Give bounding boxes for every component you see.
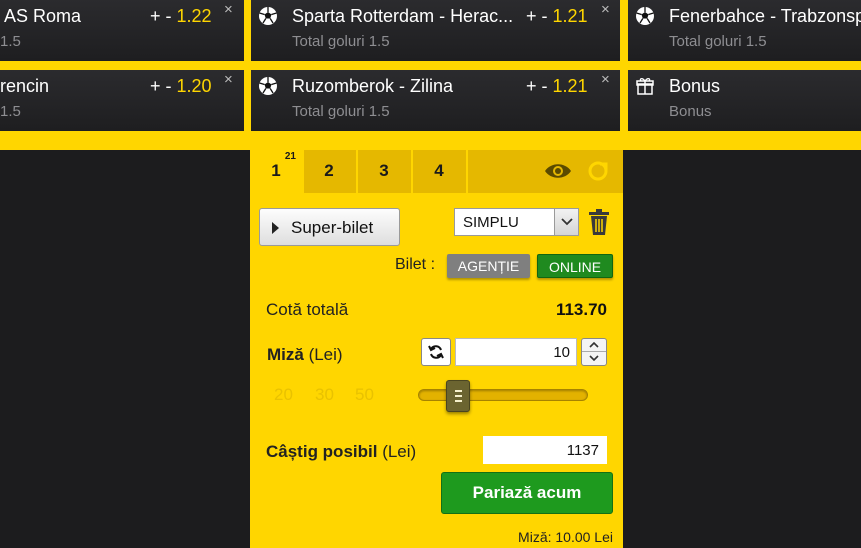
tab-label: 4 (434, 161, 444, 180)
share-icon[interactable] (587, 160, 609, 182)
stake-stepper (581, 338, 607, 366)
soccer-ball-icon (259, 77, 277, 95)
chevron-down-icon (554, 209, 578, 235)
possible-win-label-text: Câștig posibil (266, 442, 378, 461)
possible-win-label: Câștig posibil (Lei) (266, 442, 416, 462)
odds-adjust[interactable]: + - (526, 76, 548, 96)
bet-card-subtitle: Total goluri 1.5 (292, 33, 390, 50)
bet-card[interactable]: Ruzomberok - Zilina Total goluri 1.5 + -… (251, 70, 620, 131)
place-bet-button[interactable]: Pariază acum (441, 472, 613, 514)
trash-icon[interactable] (588, 208, 610, 236)
chevron-down-icon (589, 355, 599, 361)
bet-card[interactable]: Sparta Rotterdam - Herac... Total goluri… (251, 0, 620, 61)
bet-card-subtitle: 1.5 (0, 33, 21, 50)
tab-slip-3[interactable]: 3 (357, 150, 413, 193)
close-icon[interactable]: × (601, 71, 610, 88)
agentie-toggle[interactable]: AGENȚIE (447, 254, 530, 278)
bet-card-title: Sparta Rotterdam - Herac... (292, 6, 514, 26)
stake-summary: Miză: 10.00 Lei (518, 529, 613, 545)
tab-badge: 21 (284, 151, 296, 162)
bet-card-title: Bonus (669, 76, 721, 96)
soccer-ball-icon (259, 7, 277, 25)
bet-card[interactable]: AS Roma 1.5 + - 1.22 × (0, 0, 244, 61)
tab-slip-1[interactable]: 1 21 (250, 150, 304, 193)
bet-card-title: rencin (0, 76, 50, 96)
bet-card-title: Fenerbahce - Trabzonsp (669, 6, 861, 26)
gift-icon (636, 78, 654, 95)
stake-input[interactable] (455, 338, 577, 366)
bet-card-subtitle: 1.5 (0, 103, 21, 120)
bet-type-value: SIMPLU (463, 214, 519, 231)
bet-card-subtitle: Total goluri 1.5 (669, 33, 767, 50)
bet-cards-strip: AS Roma 1.5 + - 1.22 × Sparta Rotterdam … (0, 0, 861, 150)
possible-win-label-unit: (Lei) (377, 442, 417, 461)
stake-slider-handle[interactable] (446, 380, 470, 412)
bet-card-title: Ruzomberok - Zilina (292, 76, 454, 96)
refresh-icon (428, 345, 444, 359)
online-toggle[interactable]: ONLINE (537, 254, 613, 278)
odds-value: 1.21 (552, 6, 588, 26)
bet-card-subtitle: Total goluri 1.5 (292, 103, 390, 120)
total-odds-label: Cotă totală (266, 300, 349, 319)
odds-adjust[interactable]: + - (150, 76, 172, 96)
odds-adjust[interactable]: + - (150, 6, 172, 26)
bet-card-odds: + - 1.21 (526, 76, 588, 97)
odds-value: 1.21 (552, 76, 588, 96)
odds-value: 1.22 (176, 6, 212, 26)
bet-type-select[interactable]: SIMPLU (454, 208, 579, 236)
soccer-ball-icon (636, 7, 654, 25)
quick-stake-50[interactable]: 50 (355, 385, 374, 405)
super-bilet-label: Super-bilet (291, 218, 374, 237)
bet-card[interactable]: Fenerbahce - Trabzonsp Total goluri 1.5 (628, 0, 861, 61)
bet-card-odds: + - 1.22 (150, 6, 212, 27)
bilet-label: Bilet : (395, 256, 436, 273)
chevron-up-icon (589, 342, 599, 348)
tab-slip-4[interactable]: 4 (412, 150, 468, 193)
possible-win-value: 1137 (483, 436, 607, 464)
super-bilet-button[interactable]: Super-bilet (259, 208, 400, 246)
bet-card-title: AS Roma (4, 6, 82, 26)
eye-icon[interactable] (543, 160, 573, 182)
stake-slider-track[interactable] (418, 389, 588, 401)
bet-card[interactable]: rencin 1.5 + - 1.20 × (0, 70, 244, 131)
tab-label: 3 (379, 161, 389, 180)
play-triangle-icon (272, 222, 279, 234)
close-icon[interactable]: × (224, 1, 233, 18)
stake-decrement-button[interactable] (582, 352, 606, 365)
tab-slip-2[interactable]: 2 (302, 150, 358, 193)
tab-label: 1 (271, 161, 281, 180)
close-icon[interactable]: × (224, 71, 233, 88)
stake-label-unit: (Lei) (303, 345, 343, 364)
tab-label: 2 (324, 161, 334, 180)
bet-slip-panel: 1 21 2 3 4 Super-bilet SIMPLU Bilet: AG… (250, 150, 623, 548)
total-odds-value: 113.70 (555, 300, 607, 319)
quick-stake-20[interactable]: 20 (274, 385, 293, 405)
odds-value: 1.20 (176, 76, 212, 96)
bet-card-odds: + - 1.20 (150, 76, 212, 97)
odds-adjust[interactable]: + - (526, 6, 548, 26)
bet-card-subtitle: Bonus (669, 103, 712, 120)
bet-card-bonus[interactable]: Bonus Bonus (628, 70, 861, 131)
slip-tabs: 1 21 2 3 4 (250, 150, 623, 193)
bet-card-odds: + - 1.21 (526, 6, 588, 27)
stake-label: Miză (Lei) (267, 345, 343, 365)
close-icon[interactable]: × (601, 1, 610, 18)
stake-increment-button[interactable] (582, 339, 606, 352)
quick-stake-30[interactable]: 30 (315, 385, 334, 405)
stake-label-text: Miză (267, 345, 304, 364)
refresh-stake-button[interactable] (421, 338, 451, 366)
